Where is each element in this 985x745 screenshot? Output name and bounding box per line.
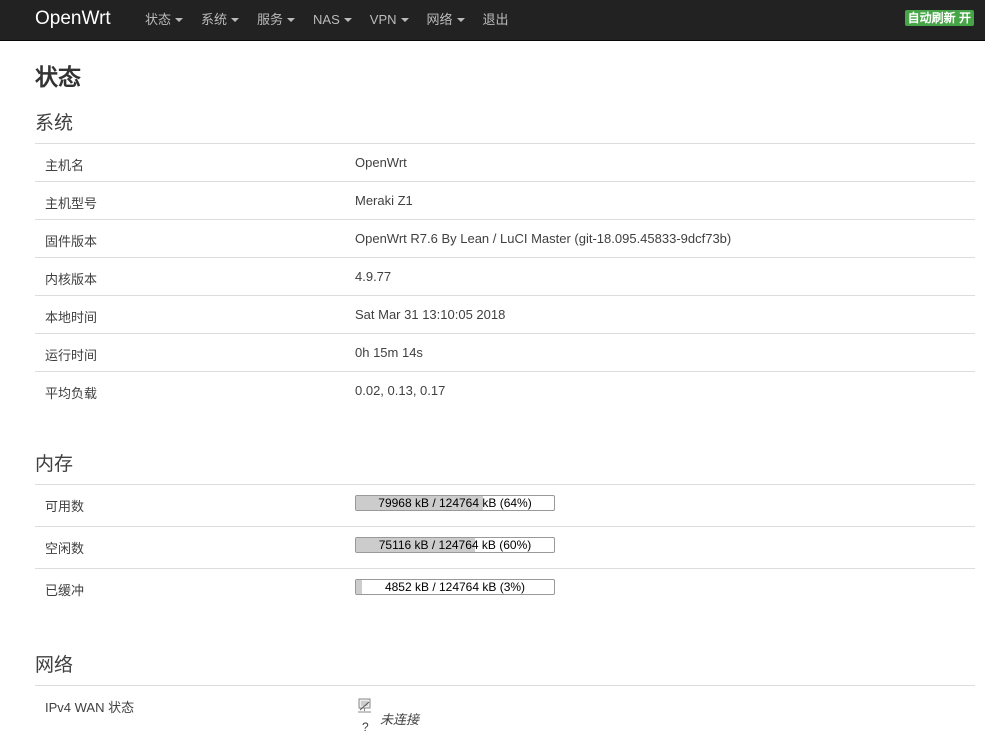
menu-label: 服务 — [257, 12, 284, 27]
memory-progress-bar: 75116 kB / 124764 kB (60%) — [355, 537, 555, 553]
caret-down-icon — [343, 18, 352, 22]
menu-label: 退出 — [482, 12, 509, 27]
row-key: 运行时间 — [45, 348, 98, 363]
menu-services[interactable]: 服务 — [257, 0, 296, 40]
table-row: IPv4 WAN 状态 ? 未连接 — [35, 685, 975, 745]
row-key: 主机名 — [45, 158, 85, 173]
table-row: 可用数 79968 kB / 124764 kB (64%) — [35, 484, 975, 526]
memory-progress-bar: 4852 kB / 124764 kB (3%) — [355, 579, 555, 595]
table-row: 主机型号 Meraki Z1 — [35, 181, 975, 219]
progress-text: 79968 kB / 124764 kB (64%) — [378, 496, 532, 510]
progress-text: 4852 kB / 124764 kB (3%) — [384, 580, 526, 594]
menu-label: NAS — [313, 12, 340, 27]
table-row: 主机名 OpenWrt — [35, 143, 975, 181]
table-row: 固件版本 OpenWrt R7.6 By Lean / LuCI Master (… — [35, 219, 975, 257]
menu-network[interactable]: 网络 — [427, 0, 465, 40]
table-row: 本地时间 Sat Mar 31 13:10:05 2018 — [35, 295, 975, 333]
system-table: 主机名 OpenWrt 主机型号 Meraki Z1 固件版本 OpenWrt R7.… — [35, 143, 975, 409]
row-key: 空闲数 — [45, 541, 85, 556]
wan-icon-caption: ? — [362, 720, 369, 734]
row-value: Meraki Z1 — [355, 193, 413, 208]
row-key: 可用数 — [45, 499, 85, 514]
menu-label: VPN — [369, 12, 397, 27]
row-value: Sat Mar 31 13:10:05 2018 — [355, 307, 506, 322]
row-key: 主机型号 — [45, 196, 98, 211]
caret-down-icon — [400, 18, 409, 22]
section-title-system: 系统 — [35, 113, 74, 134]
table-row: 内核版本 4.9.77 — [35, 257, 975, 295]
caret-down-icon — [175, 18, 184, 22]
row-value: 0.02, 0.13, 0.17 — [355, 383, 446, 398]
progress-text: 75116 kB / 124764 kB (60%) — [378, 538, 532, 552]
row-value: OpenWrt — [355, 155, 407, 170]
menu-vpn[interactable]: VPN — [370, 0, 409, 40]
table-row: 空闲数 75116 kB / 124764 kB (60%) — [35, 526, 975, 568]
top-navbar: OpenWrt 状态 系统 服务 NAS VPN 网络 退出 自动刷新 开 — [0, 0, 985, 41]
network-port-icon — [358, 698, 371, 713]
row-value: OpenWrt R7.6 By Lean / LuCI Master (git-… — [355, 231, 732, 246]
network-table: IPv4 WAN 状态 ? 未连接 — [35, 685, 975, 745]
row-key: 已缓冲 — [45, 583, 85, 598]
memory-table: 可用数 79968 kB / 124764 kB (64%) 空闲数 75116… — [35, 484, 975, 610]
table-row: 已缓冲 4852 kB / 124764 kB (3%) — [35, 568, 975, 610]
table-row: 平均负载 0.02, 0.13, 0.17 — [35, 371, 975, 409]
main-menu: 状态 系统 服务 NAS VPN 网络 退出 — [145, 0, 527, 40]
menu-system[interactable]: 系统 — [201, 0, 240, 40]
menu-label: 系统 — [201, 12, 228, 27]
row-value: 0h 15m 14s — [355, 345, 423, 360]
caret-down-icon — [456, 18, 465, 22]
page-title: 状态 — [35, 64, 81, 90]
row-key: IPv4 WAN 状态 — [45, 700, 135, 715]
row-key: 固件版本 — [45, 234, 98, 249]
row-value: 4.9.77 — [355, 269, 392, 284]
row-key: 本地时间 — [45, 310, 98, 325]
section-title-network: 网络 — [35, 655, 74, 676]
row-key: 内核版本 — [45, 272, 98, 287]
brand-logo[interactable]: OpenWrt — [35, 8, 111, 30]
wan-status-text: 未连接 — [380, 712, 420, 727]
menu-label: 网络 — [426, 12, 453, 27]
menu-label: 状态 — [145, 12, 172, 27]
menu-status[interactable]: 状态 — [145, 0, 184, 40]
menu-nas[interactable]: NAS — [313, 0, 352, 40]
menu-logout[interactable]: 退出 — [483, 0, 509, 40]
caret-down-icon — [287, 18, 296, 22]
auto-refresh-toggle[interactable]: 自动刷新 开 — [904, 10, 974, 26]
caret-down-icon — [231, 18, 240, 22]
row-key: 平均负载 — [45, 386, 98, 401]
table-row: 运行时间 0h 15m 14s — [35, 333, 975, 371]
section-title-memory: 内存 — [35, 454, 74, 475]
memory-progress-bar: 79968 kB / 124764 kB (64%) — [355, 495, 555, 511]
